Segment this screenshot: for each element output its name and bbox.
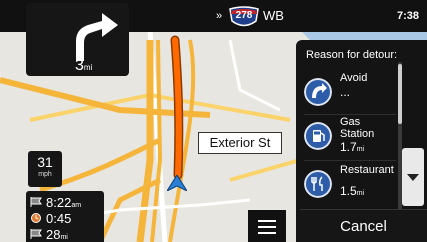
menu-icon <box>258 232 276 234</box>
detour-option-sub: ... <box>340 85 351 99</box>
detour-option-label: Restaurant <box>340 164 394 176</box>
street-label: Exterior St <box>198 132 282 154</box>
distance-value: 1.7 <box>340 140 357 154</box>
divider <box>304 114 396 115</box>
distance-unit: mi <box>356 190 365 197</box>
route-chevron-icon: » <box>216 10 223 22</box>
trip-info-panel[interactable]: 8:22am 0:45 28mi <box>26 191 104 242</box>
turn-distance: 3mi <box>75 57 92 77</box>
eta-unit: am <box>71 202 82 209</box>
current-position-arrow-icon <box>167 175 187 191</box>
route-number: 278 <box>235 10 253 21</box>
navigation-screen: » 278 WB 7:38 3mi 31 mph 8:22am 0:45 28m… <box>0 0 427 242</box>
remaining-distance-row: 28mi <box>30 227 68 242</box>
detour-title: Reason for detour: <box>306 49 398 61</box>
flag-icon <box>30 229 42 239</box>
detour-option-distance: 1.7mi <box>340 140 364 157</box>
scroll-down-button[interactable] <box>402 148 424 206</box>
speed-unit: mph <box>38 171 52 178</box>
distance-unit: mi <box>356 146 365 153</box>
speed-indicator: 31 mph <box>28 151 62 187</box>
remaining-time-value: 0:45 <box>46 211 72 226</box>
clock-icon <box>31 213 41 223</box>
remaining-distance-value: 28 <box>46 227 61 242</box>
menu-button[interactable] <box>248 210 286 242</box>
chevron-down-icon <box>407 174 419 181</box>
detour-option-label: Gas Station <box>340 116 375 140</box>
turn-arrow-icon <box>76 13 118 61</box>
menu-icon <box>258 226 276 228</box>
detour-option-restaurant[interactable]: Restaurant 1.5mi <box>304 164 394 208</box>
turn-distance-value: 3 <box>75 57 84 74</box>
next-turn-panel[interactable]: 3mi <box>26 3 129 76</box>
cancel-button[interactable]: Cancel <box>300 209 427 242</box>
menu-icon <box>258 220 276 222</box>
scrollbar-thumb[interactable] <box>398 64 402 124</box>
flag-icon <box>30 197 42 207</box>
eta-row: 8:22am <box>30 195 81 210</box>
divider <box>304 160 396 161</box>
turn-distance-unit: mi <box>83 63 93 72</box>
eta-value: 8:22 <box>46 195 72 210</box>
active-route <box>172 37 182 178</box>
detour-option-gas-station[interactable]: Gas Station 1.7mi <box>304 116 392 160</box>
avoid-icon <box>304 78 332 106</box>
detour-option-label: Avoid <box>340 72 368 84</box>
restaurant-icon <box>304 170 332 198</box>
distance-value: 1.5 <box>340 184 357 198</box>
remaining-time-row: 0:45 <box>30 211 71 226</box>
detour-option-distance: 1.5mi <box>340 184 364 201</box>
remaining-distance-unit: mi <box>60 234 68 241</box>
speed-value: 31 <box>37 154 53 170</box>
road-direction: WB <box>263 8 284 23</box>
detour-option-avoid[interactable]: Avoid ... <box>304 72 392 116</box>
gas-pump-icon <box>304 122 332 150</box>
clock: 7:38 <box>396 10 419 22</box>
